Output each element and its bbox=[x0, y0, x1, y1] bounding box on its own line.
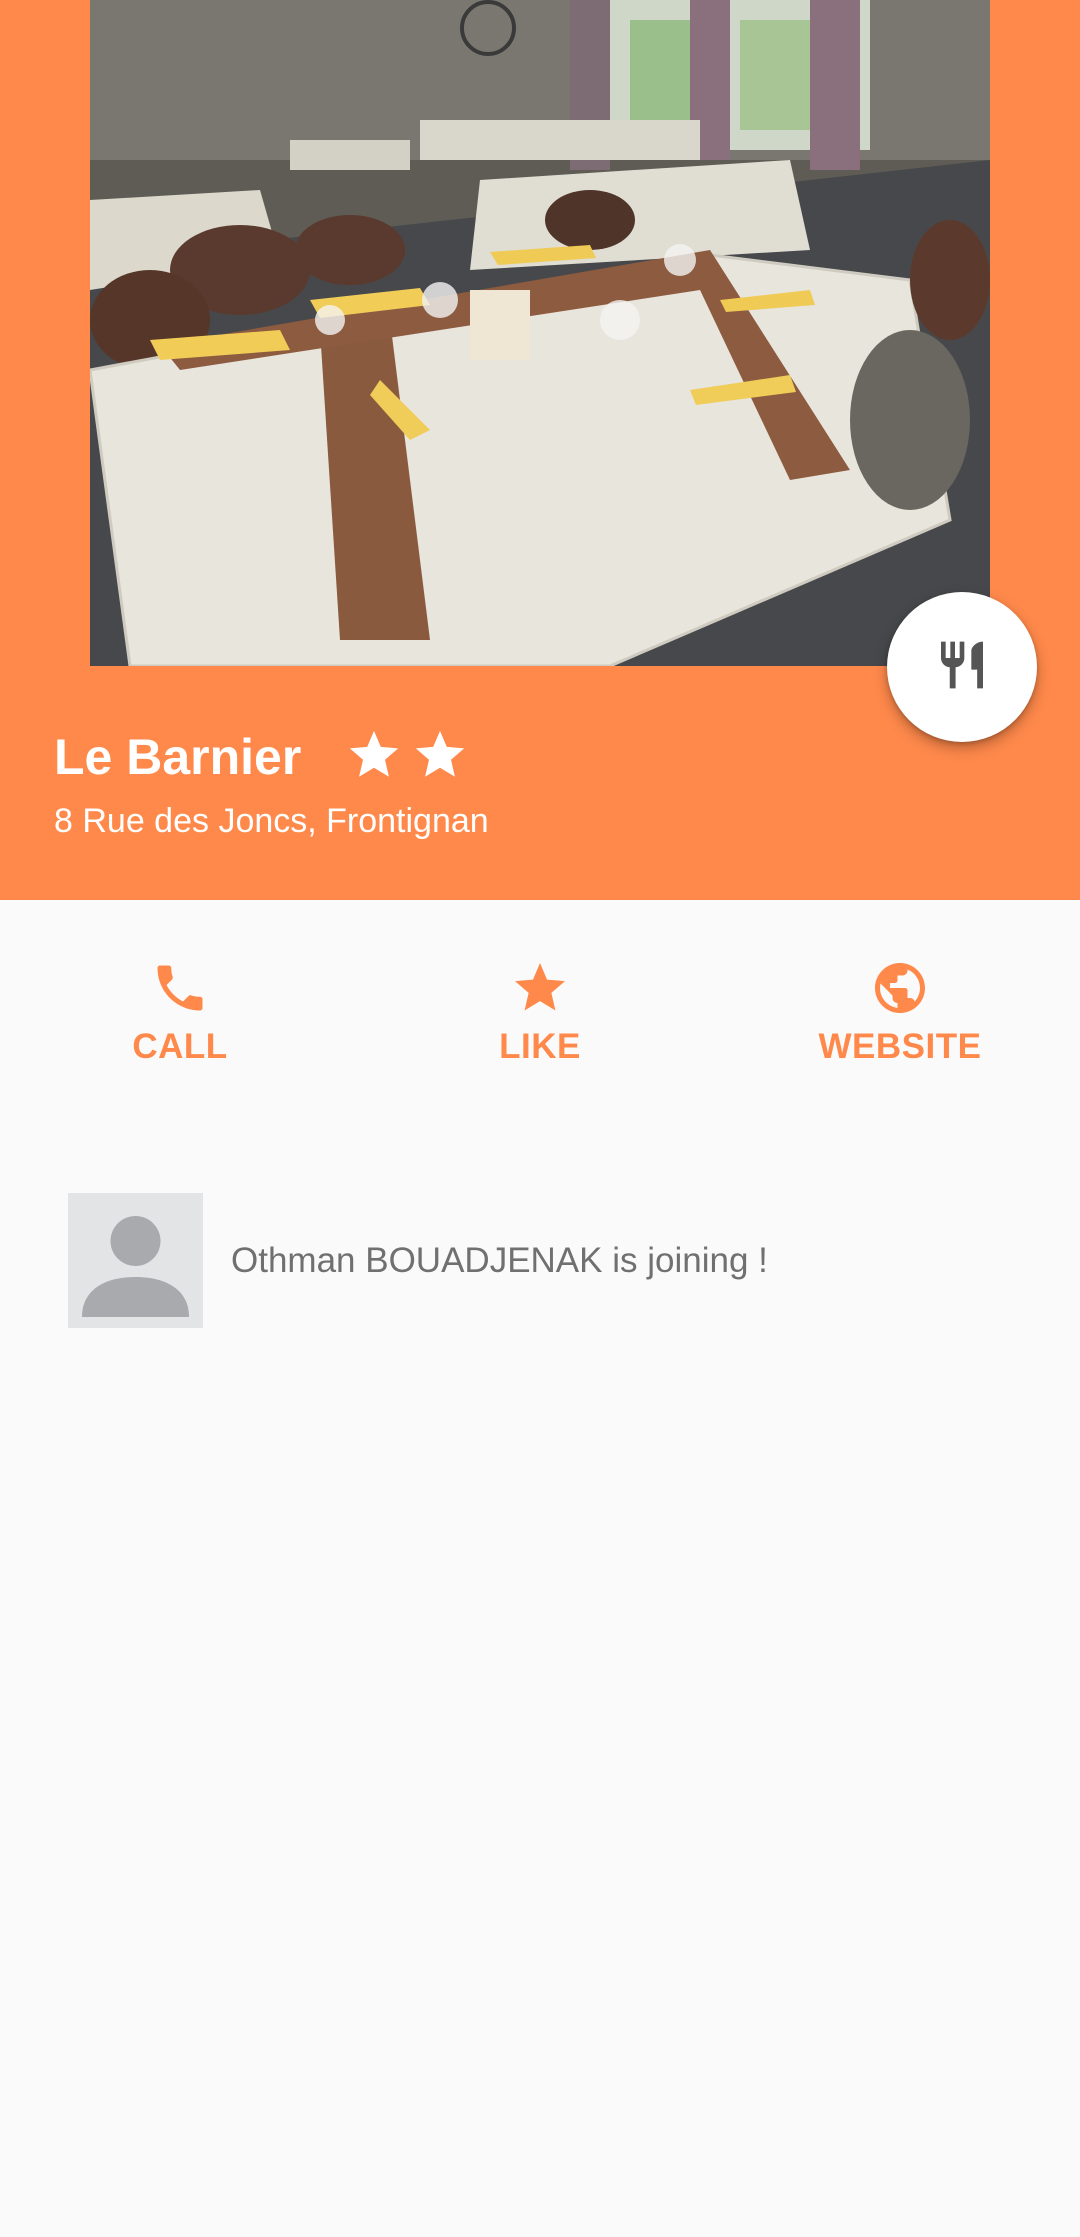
website-button[interactable]: WEBSITE bbox=[720, 900, 1080, 1100]
fork-knife-icon bbox=[934, 637, 990, 698]
action-bar: CALL LIKE WEBSITE bbox=[0, 900, 1080, 1100]
call-label: CALL bbox=[132, 1027, 228, 1066]
website-label: WEBSITE bbox=[818, 1027, 982, 1066]
venue-photo bbox=[90, 0, 990, 666]
feed-item-text: Othman BOUADJENAK is joining ! bbox=[231, 1240, 768, 1280]
venue-header: Le Barnier 8 Rue des Joncs, Frontignan bbox=[0, 0, 1080, 900]
rating-stars bbox=[345, 726, 469, 789]
venue-name: Le Barnier bbox=[54, 729, 302, 785]
like-button[interactable]: LIKE bbox=[360, 900, 720, 1100]
call-button[interactable]: CALL bbox=[0, 900, 360, 1100]
venue-address: 8 Rue des Joncs, Frontignan bbox=[54, 802, 489, 840]
star-icon bbox=[345, 726, 403, 789]
venue-title-row: Le Barnier bbox=[54, 722, 469, 792]
phone-icon bbox=[150, 958, 210, 1023]
star-icon bbox=[510, 958, 570, 1023]
like-label: LIKE bbox=[499, 1027, 581, 1066]
list-item[interactable]: Othman BOUADJENAK is joining ! bbox=[68, 1193, 1018, 1328]
globe-icon bbox=[870, 958, 930, 1023]
avatar bbox=[68, 1193, 203, 1328]
default-avatar-icon bbox=[68, 1216, 203, 1328]
star-icon bbox=[411, 726, 469, 789]
category-fab[interactable] bbox=[887, 592, 1037, 742]
